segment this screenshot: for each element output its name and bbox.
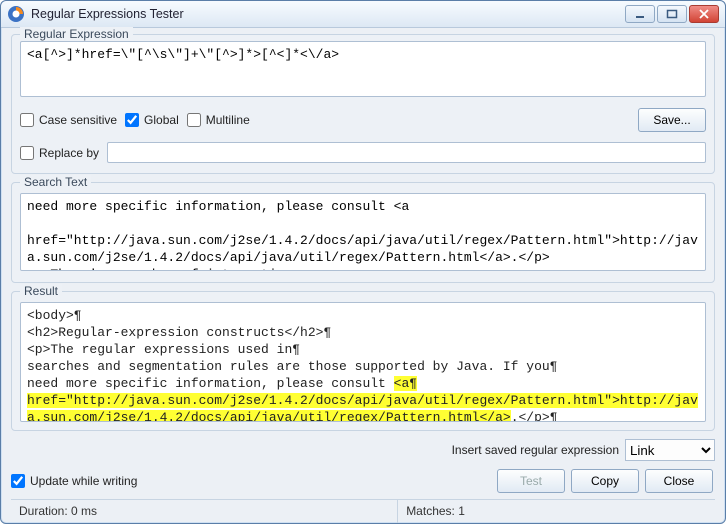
update-while-writing-input[interactable] bbox=[11, 474, 25, 488]
replace-by-input[interactable] bbox=[20, 146, 34, 160]
close-button[interactable]: Close bbox=[645, 469, 713, 493]
status-duration: Duration: 0 ms bbox=[11, 500, 398, 523]
bottom-controls: Insert saved regular expression Link Upd… bbox=[11, 439, 715, 493]
case-sensitive-label: Case sensitive bbox=[39, 113, 117, 127]
window-title: Regular Expressions Tester bbox=[31, 7, 625, 21]
update-while-writing-checkbox[interactable]: Update while writing bbox=[11, 474, 137, 488]
regex-group: Regular Expression Case sensitive Global… bbox=[11, 34, 715, 174]
action-row: Update while writing Test Copy Close bbox=[11, 469, 715, 493]
insert-saved-label: Insert saved regular expression bbox=[452, 443, 619, 457]
global-label: Global bbox=[144, 113, 179, 127]
global-checkbox[interactable]: Global bbox=[125, 113, 179, 127]
replace-by-label: Replace by bbox=[39, 146, 99, 160]
minimize-button[interactable] bbox=[625, 5, 655, 23]
search-group: Search Text bbox=[11, 182, 715, 283]
save-button[interactable]: Save... bbox=[638, 108, 706, 132]
multiline-input[interactable] bbox=[187, 113, 201, 127]
global-input[interactable] bbox=[125, 113, 139, 127]
multiline-label: Multiline bbox=[206, 113, 250, 127]
result-pre: <body>¶ <h2>Regular-expression construct… bbox=[27, 308, 558, 391]
statusbar: Duration: 0 ms Matches: 1 bbox=[11, 499, 715, 523]
result-legend: Result bbox=[20, 284, 62, 298]
window: Regular Expressions Tester Regular Expre… bbox=[0, 0, 726, 524]
case-sensitive-input[interactable] bbox=[20, 113, 34, 127]
regex-input[interactable] bbox=[20, 41, 706, 97]
close-window-button[interactable] bbox=[689, 5, 719, 23]
replace-row: Replace by bbox=[20, 142, 706, 163]
maximize-button[interactable] bbox=[657, 5, 687, 23]
test-button[interactable]: Test bbox=[497, 469, 565, 493]
multiline-checkbox[interactable]: Multiline bbox=[187, 113, 250, 127]
result-group: Result <body>¶ <h2>Regular-expression co… bbox=[11, 291, 715, 431]
search-text-input[interactable] bbox=[20, 193, 706, 271]
regex-options-row: Case sensitive Global Multiline Save... bbox=[20, 108, 706, 132]
search-legend: Search Text bbox=[20, 175, 91, 189]
result-output[interactable]: <body>¶ <h2>Regular-expression construct… bbox=[20, 302, 706, 422]
regex-legend: Regular Expression bbox=[20, 27, 133, 41]
titlebar[interactable]: Regular Expressions Tester bbox=[1, 1, 725, 28]
status-matches: Matches: 1 bbox=[398, 500, 715, 523]
copy-button[interactable]: Copy bbox=[571, 469, 639, 493]
saved-regex-combo[interactable]: Link bbox=[625, 439, 715, 461]
update-while-writing-label: Update while writing bbox=[30, 474, 137, 488]
app-icon bbox=[7, 5, 25, 23]
replace-text-input[interactable] bbox=[107, 142, 706, 163]
insert-row: Insert saved regular expression Link bbox=[11, 439, 715, 461]
client-area: Regular Expression Case sensitive Global… bbox=[1, 28, 725, 523]
replace-by-checkbox[interactable]: Replace by bbox=[20, 146, 99, 160]
case-sensitive-checkbox[interactable]: Case sensitive bbox=[20, 113, 117, 127]
window-buttons bbox=[625, 5, 721, 23]
